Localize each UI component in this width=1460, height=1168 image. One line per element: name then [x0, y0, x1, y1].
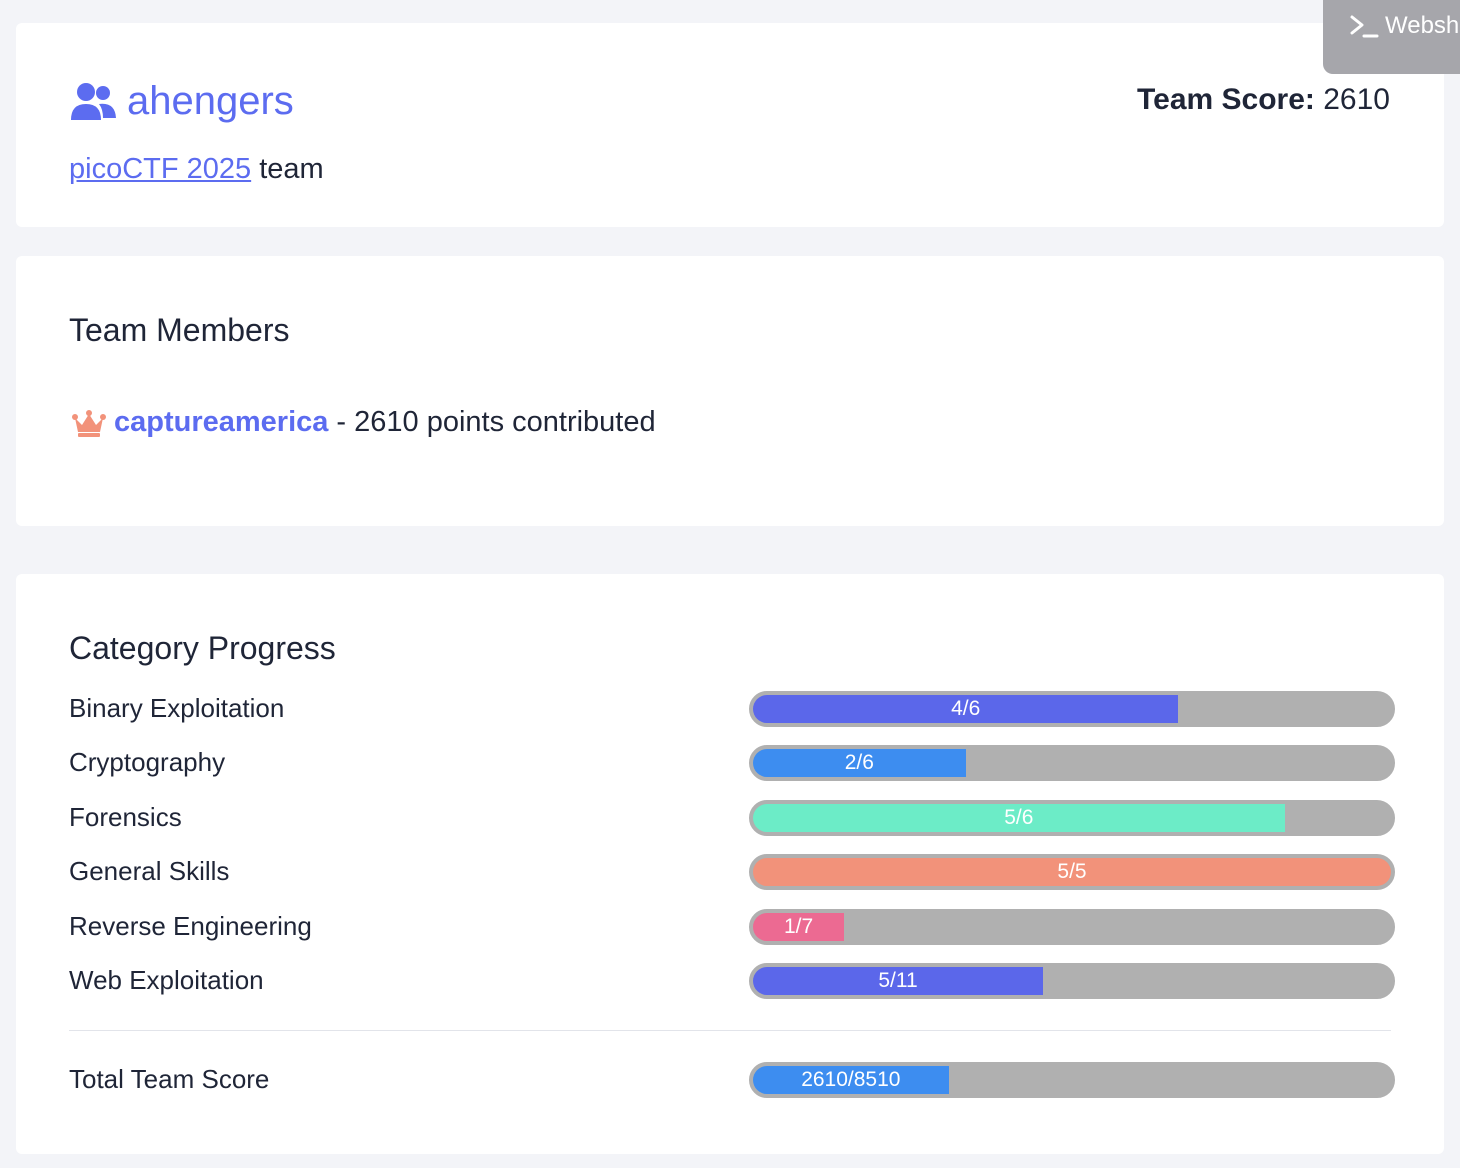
- progress-bar: 2/6: [749, 745, 1395, 781]
- progress-label: Reverse Engineering: [69, 911, 312, 941]
- terminal-icon: [1350, 15, 1379, 38]
- progress-divider: [69, 1030, 1391, 1031]
- progress-row-total: Total Team Score 2610/8510: [69, 1062, 1395, 1098]
- webshell-label: Websh: [1385, 12, 1460, 39]
- progress-fill: 5/11: [753, 967, 1043, 995]
- team-name: ahengers: [127, 79, 294, 123]
- progress-title: Category Progress: [69, 630, 336, 666]
- team-score-value: 2610: [1323, 83, 1390, 116]
- progress-fill: 4/6: [753, 695, 1179, 723]
- member-points: - 2610 points contributed: [336, 406, 656, 438]
- total-progress-fill: 2610/8510: [753, 1066, 949, 1094]
- progress-row-cryptography: Cryptography 2/6: [69, 745, 1395, 781]
- event-suffix: team: [251, 153, 324, 185]
- member-name-link[interactable]: captureamerica: [114, 406, 328, 439]
- progress-fill: 5/6: [753, 804, 1285, 832]
- team-card: ahengers Team Score: 2610 picoCTF 2025 t…: [16, 23, 1444, 227]
- progress-row-general-skills: General Skills 5/5: [69, 854, 1395, 890]
- progress-label: Cryptography: [69, 747, 226, 777]
- members-card: Team Members captureamerica - 2610 point…: [16, 256, 1444, 526]
- progress-bar: 1/7: [749, 909, 1395, 945]
- team-score: Team Score: 2610: [1137, 83, 1390, 117]
- team-event: picoCTF 2025 team: [69, 153, 324, 186]
- event-link[interactable]: picoCTF 2025: [69, 153, 251, 185]
- progress-label: Forensics: [69, 802, 182, 832]
- progress-fill: 2/6: [753, 749, 966, 777]
- webshell-button[interactable]: Websh: [1323, 0, 1460, 74]
- members-title: Team Members: [69, 312, 290, 348]
- progress-row-forensics: Forensics 5/6: [69, 800, 1395, 836]
- member-row: captureamerica - 2610 points contributed: [72, 406, 656, 439]
- crown-icon: [72, 409, 106, 437]
- progress-fill: 5/5: [753, 858, 1391, 886]
- progress-label: Web Exploitation: [69, 965, 264, 995]
- progress-fill: 1/7: [753, 913, 845, 941]
- progress-bar: 5/6: [749, 800, 1395, 836]
- team-header: ahengers: [69, 79, 294, 124]
- users-icon: [71, 82, 116, 120]
- progress-card: Category Progress Binary Exploitation 4/…: [16, 574, 1444, 1154]
- total-label: Total Team Score: [69, 1064, 270, 1094]
- progress-label: Binary Exploitation: [69, 693, 285, 723]
- progress-row-binary-exploitation: Binary Exploitation 4/6: [69, 691, 1395, 727]
- progress-bar: 4/6: [749, 691, 1395, 727]
- progress-label: General Skills: [69, 856, 230, 886]
- team-score-label: Team Score:: [1137, 83, 1315, 116]
- progress-bar: 5/11: [749, 963, 1395, 999]
- progress-row-reverse-engineering: Reverse Engineering 1/7: [69, 909, 1395, 945]
- total-progress-bar: 2610/8510: [749, 1062, 1395, 1098]
- progress-bar: 5/5: [749, 854, 1395, 890]
- progress-row-web-exploitation: Web Exploitation 5/11: [69, 963, 1395, 999]
